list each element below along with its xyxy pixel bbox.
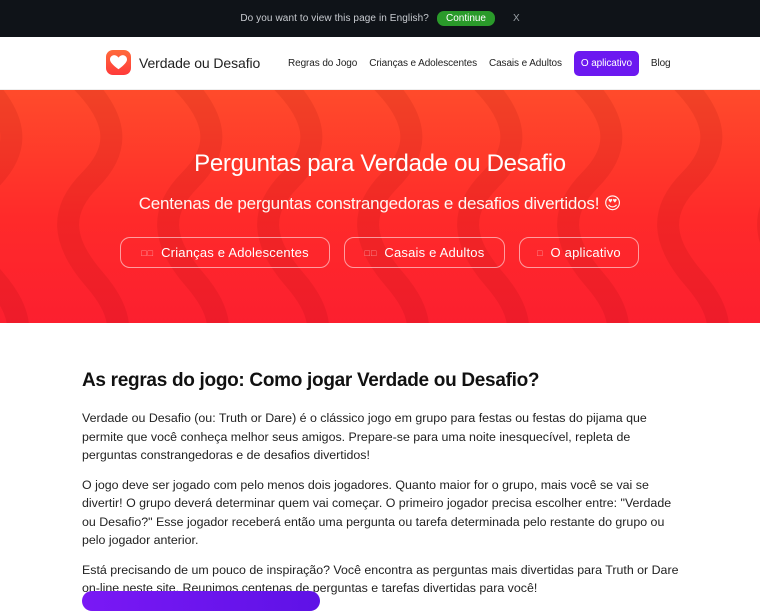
hero-title: Perguntas para Verdade ou Desafio bbox=[194, 150, 566, 177]
couples-icon: □□ bbox=[364, 247, 378, 258]
brand-link[interactable]: Verdade ou Desafio bbox=[106, 50, 260, 75]
nav-link-rules[interactable]: Regras do Jogo bbox=[288, 51, 363, 76]
nav-links: Regras do Jogo Crianças e Adolescentes C… bbox=[288, 51, 677, 76]
app-button[interactable]: □ O aplicativo bbox=[519, 237, 639, 268]
brand-name: Verdade ou Desafio bbox=[139, 54, 261, 71]
language-prompt: Do you want to view this page in English… bbox=[240, 13, 429, 24]
couples-adults-label: Casais e Adultos bbox=[384, 245, 485, 260]
hero-subtitle: Centenas de perguntas constrangedoras e … bbox=[138, 194, 622, 213]
nav-link-couples-adults[interactable]: Casais e Adultos bbox=[483, 51, 568, 76]
rules-paragraph: Verdade ou Desafio (ou: Truth or Dare) é… bbox=[82, 411, 647, 462]
rules-heading: As regras do jogo: Como jogar Verdade ou… bbox=[82, 370, 540, 391]
continue-button[interactable]: Continue bbox=[436, 11, 495, 26]
heart-icon bbox=[106, 50, 131, 75]
language-banner: Do you want to view this page in English… bbox=[0, 0, 760, 37]
rules-paragraph: O jogo deve ser jogado com pelo menos do… bbox=[82, 477, 672, 548]
couples-adults-button[interactable]: □□ Casais e Adultos bbox=[344, 237, 505, 268]
rules-section: As regras do jogo: Como jogar Verdade ou… bbox=[82, 370, 682, 609]
kids-teens-label: Crianças e Adolescentes bbox=[161, 245, 309, 260]
nav-link-app[interactable]: O aplicativo bbox=[573, 51, 639, 76]
cta-button[interactable] bbox=[82, 591, 320, 611]
close-banner-button[interactable]: X bbox=[513, 13, 520, 24]
phone-icon: □ bbox=[537, 247, 544, 258]
app-label: O aplicativo bbox=[550, 245, 621, 260]
hero-buttons: □□ Crianças e Adolescentes □□ Casais e A… bbox=[120, 237, 639, 268]
nav-link-kids-teens[interactable]: Crianças e Adolescentes bbox=[363, 51, 483, 76]
nav-link-blog[interactable]: Blog bbox=[645, 51, 677, 76]
kids-teens-button[interactable]: □□ Crianças e Adolescentes bbox=[120, 237, 330, 268]
kids-icon: □□ bbox=[141, 247, 155, 258]
hero-section: Perguntas para Verdade ou Desafio Centen… bbox=[0, 90, 760, 323]
navbar: Verdade ou Desafio Regras do Jogo Crianç… bbox=[0, 37, 760, 90]
